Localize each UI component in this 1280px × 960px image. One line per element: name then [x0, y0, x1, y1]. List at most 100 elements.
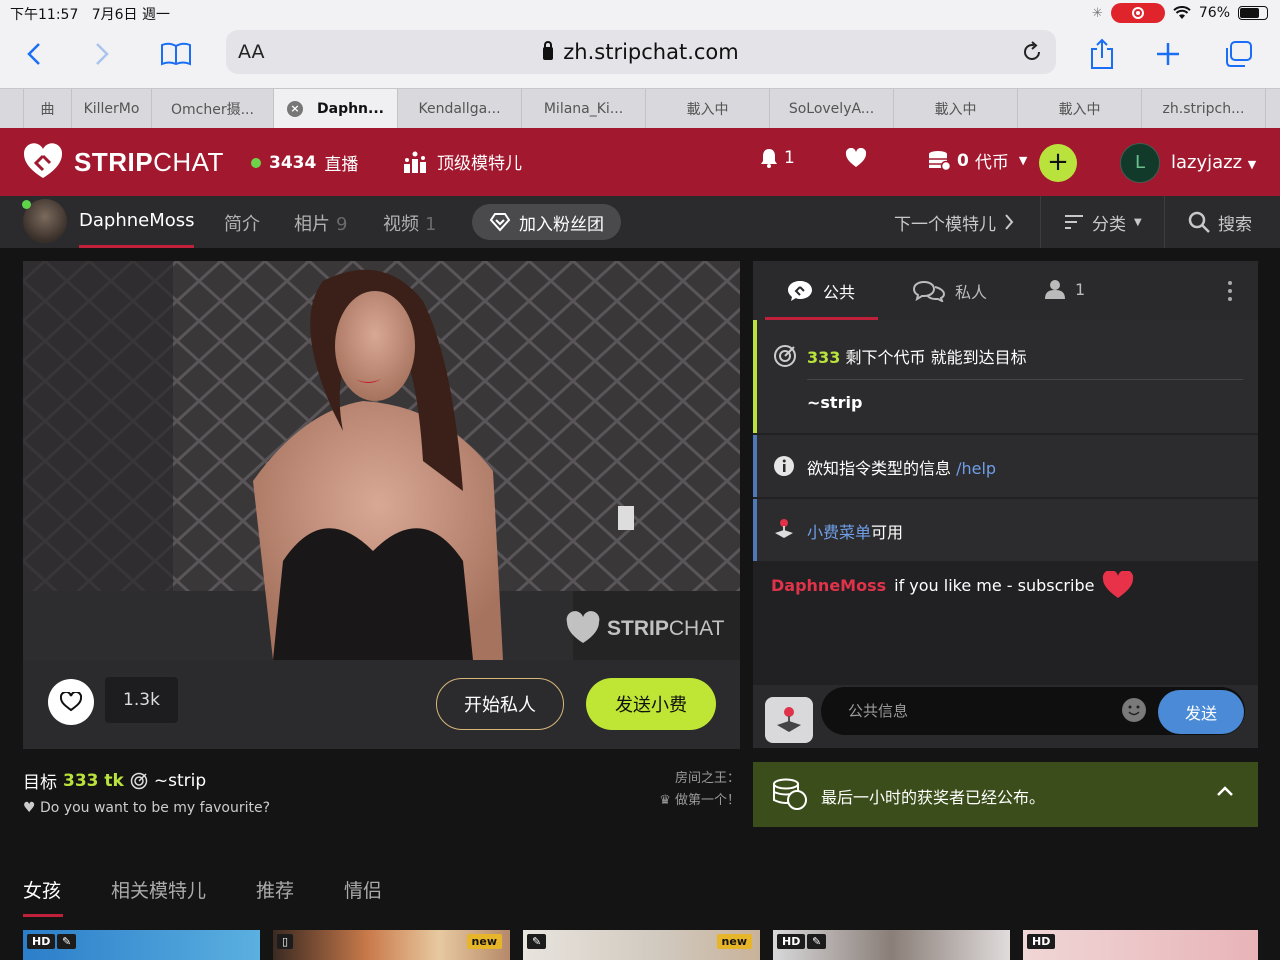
browser-tab-label: Kendallga...	[418, 101, 501, 117]
chat-panel: 公共 私人 1 333 剩下个代币 就能到达目标 ~strip 欲知指令类型的信…	[753, 261, 1258, 748]
hd-badge: HD	[27, 934, 56, 949]
user-menu[interactable]: lazyjazz ▼	[1171, 152, 1256, 173]
tab-private-chat[interactable]: 私人	[913, 279, 987, 303]
browser-tab[interactable]: × Daphn...	[274, 89, 398, 129]
forward-button[interactable]	[84, 36, 120, 72]
tab-public-chat[interactable]: 公共	[787, 279, 855, 303]
caret-down-icon: ▼	[1247, 158, 1257, 171]
start-private-button[interactable]: 开始私人	[436, 678, 564, 730]
emoji-smile-icon[interactable]	[1122, 698, 1146, 722]
browser-tab-label: 載入中	[934, 102, 977, 118]
browser-tab-label: 載入中	[686, 102, 729, 118]
mobile-icon: ▯	[277, 934, 294, 949]
buy-tokens-button[interactable]: +	[1039, 144, 1077, 182]
browser-tab[interactable]: SoLovelyA...	[770, 89, 894, 129]
user-avatar[interactable]: L	[1120, 143, 1160, 183]
tab-spacer	[0, 89, 24, 129]
sort-icon	[1065, 215, 1083, 229]
top-models-link[interactable]: 顶级模特儿	[403, 149, 522, 174]
video-player[interactable]: STRIPCHAT	[23, 261, 740, 660]
king-of-room[interactable]: 房间之王： ♛ 做第一个！	[640, 768, 740, 812]
podium-icon	[404, 151, 426, 173]
categories-dropdown[interactable]: 分类 ▼	[1042, 196, 1164, 248]
model-thumbnail[interactable]: HD ✎	[23, 930, 260, 960]
tab-profile[interactable]: 简介	[224, 210, 260, 236]
search-icon	[1188, 211, 1210, 233]
search-button[interactable]: 搜索	[1166, 196, 1274, 248]
category-tab[interactable]: 女孩	[23, 876, 61, 903]
share-button[interactable]	[1084, 36, 1120, 72]
browser-tab[interactable]: 載入中	[1018, 89, 1142, 129]
browser-tab[interactable]: KillerMo	[72, 89, 152, 129]
like-button[interactable]	[48, 679, 94, 725]
model-thumbnail[interactable]: HD	[1023, 930, 1258, 960]
new-badge: new	[716, 934, 752, 949]
tokens-dropdown[interactable]: 0 代币 ▼	[927, 148, 1027, 173]
chevron-right-icon	[96, 43, 109, 65]
winners-announcement[interactable]: 最后一小时的获奖者已经公布。	[753, 762, 1258, 827]
new-tab-button[interactable]	[1150, 36, 1186, 72]
main-content: STRIPCHAT 1.3k 开始私人 发送小费 目标 333 tk ~stri…	[0, 248, 1280, 960]
browser-tab[interactable]: zh.stripch...	[1142, 89, 1266, 129]
category-tab[interactable]: 情侣	[344, 876, 382, 903]
browser-tab[interactable]: Milana_Ki...	[522, 89, 646, 129]
caret-down-icon: ▼	[1134, 216, 1142, 228]
browser-tab[interactable]: 曲	[24, 89, 72, 129]
model-name-tab[interactable]: DaphneMoss	[79, 210, 195, 231]
user-icon	[1045, 280, 1065, 299]
join-fanclub-button[interactable]: 加入粉丝团	[472, 204, 621, 240]
browser-tab[interactable]: Omcher摄...	[152, 89, 274, 129]
browser-tab-strip: 曲 KillerMo Omcher摄... × Daphn... Kendallga...…	[0, 88, 1280, 129]
coins-icon	[929, 150, 951, 171]
model-thumbnail[interactable]: ▯ new	[273, 930, 510, 960]
category-tab[interactable]: 相关模特儿	[111, 876, 206, 903]
bookmarks-button[interactable]	[158, 36, 194, 72]
browser-tab-label: 載入中	[1058, 102, 1101, 118]
joystick-icon	[777, 707, 801, 732]
chat-options-icon[interactable]	[1228, 281, 1232, 301]
chat-username[interactable]: DaphneMoss	[771, 576, 886, 595]
tab-videos[interactable]: 视频 1	[383, 210, 436, 236]
favorites-button[interactable]	[845, 148, 867, 168]
divider	[1040, 196, 1041, 248]
browser-tab[interactable]: 載入中	[894, 89, 1018, 129]
divider	[1164, 196, 1165, 248]
back-button[interactable]	[16, 36, 52, 72]
model-thumbnail[interactable]: ✎ new	[523, 930, 760, 960]
browser-tab[interactable]: Kendallga...	[398, 89, 522, 129]
send-message-button[interactable]: 发送	[1158, 690, 1244, 734]
coins-icon	[773, 778, 807, 810]
model-thumbnails: HD ✎ ▯ new ✎ new HD ✎ HD	[0, 930, 1280, 960]
next-model-button[interactable]: 下一个模特儿	[872, 196, 1036, 248]
model-thumbnail[interactable]: HD ✎	[773, 930, 1010, 960]
chat-message: DaphneMoss if you like me - subscribe	[771, 571, 1134, 599]
video-stream-image: STRIPCHAT	[23, 261, 740, 660]
reload-icon[interactable]	[1020, 40, 1044, 64]
book-icon	[161, 42, 191, 66]
browser-tab-label: KillerMo	[83, 101, 140, 117]
online-status-dot	[22, 200, 31, 209]
live-count[interactable]: 3434 直播	[251, 150, 358, 175]
browser-tab[interactable]: 載入中	[646, 89, 770, 129]
tab-users[interactable]: 1	[1045, 279, 1085, 299]
site-header: STRIPCHAT 3434 直播 顶级模特儿 1 0 代币 ▼	[0, 128, 1280, 196]
address-bar[interactable]: AA zh.stripchat.com	[226, 30, 1056, 74]
tabs-overview-button[interactable]	[1220, 36, 1256, 72]
pencil-icon: ✎	[57, 934, 77, 949]
tip-menu-link[interactable]: 小费菜单	[807, 523, 871, 542]
chevron-right-icon	[1005, 214, 1014, 230]
notifications-button[interactable]: 1	[760, 148, 795, 168]
goal-line: 目标 333 tk ~strip	[23, 770, 207, 794]
help-command-link[interactable]: /help	[956, 459, 996, 478]
category-tab[interactable]: 推荐	[256, 876, 294, 903]
send-tip-button[interactable]: 发送小费	[586, 678, 716, 730]
tab-photos[interactable]: 相片 9	[294, 210, 347, 236]
video-controls: 1.3k 开始私人 发送小费	[23, 660, 740, 749]
share-icon	[1091, 38, 1113, 69]
close-tab-icon[interactable]: ×	[287, 101, 303, 117]
wifi-icon	[1173, 6, 1191, 19]
stripchat-logo[interactable]: STRIPCHAT	[22, 142, 224, 182]
tip-menu-button[interactable]	[765, 697, 813, 743]
screen-recording-icon[interactable]	[1110, 3, 1165, 23]
tip-menu-message: 小费菜单可用	[753, 499, 1258, 561]
